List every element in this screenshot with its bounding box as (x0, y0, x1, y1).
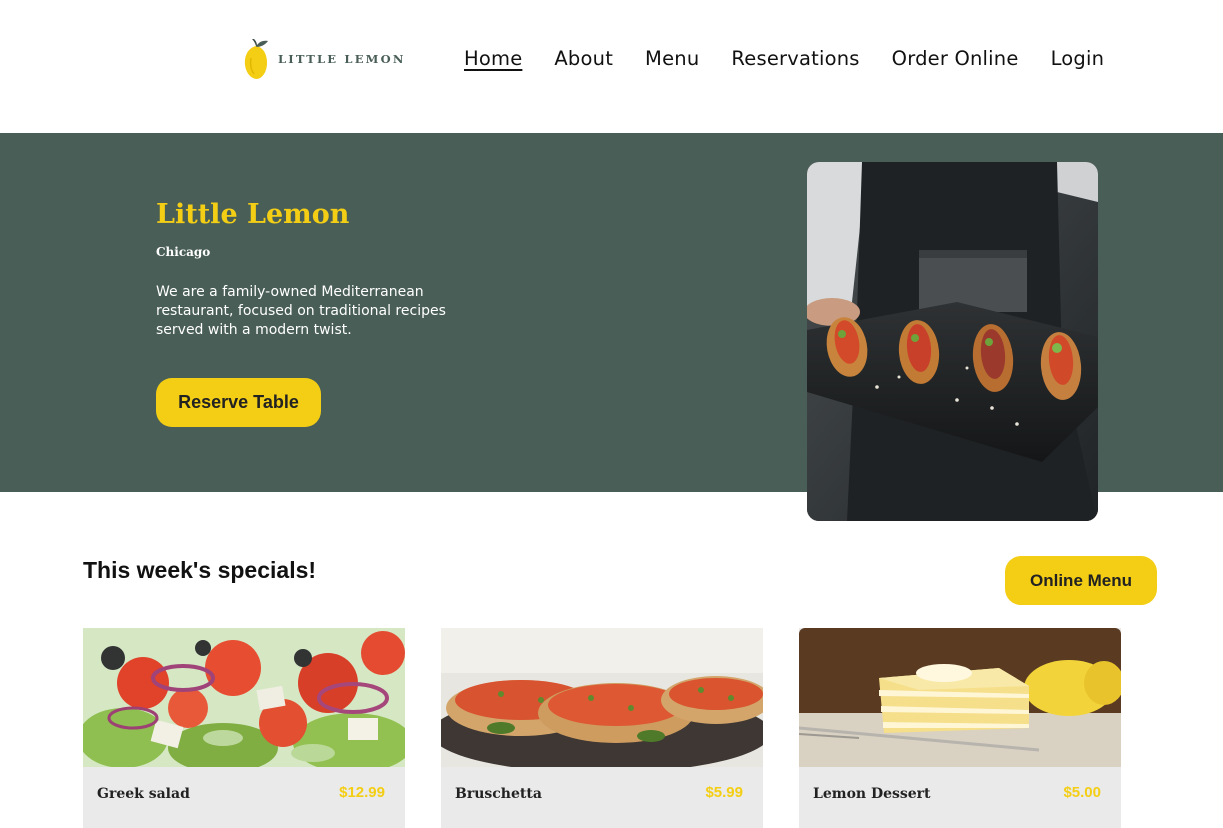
special-name: Greek salad (97, 786, 190, 802)
logo-text: LITTLE LEMON (278, 52, 406, 66)
nav-home[interactable]: Home (464, 45, 522, 75)
nav-reservations[interactable]: Reservations (731, 45, 859, 75)
nav-about[interactable]: About (554, 45, 613, 75)
lemon-dessert-image (799, 628, 1121, 767)
main-nav: Home About Menu Reservations Order Onlin… (464, 45, 1104, 75)
special-card-lemon-dessert[interactable]: Lemon Dessert $5.00 (799, 628, 1121, 828)
special-card-bruschetta[interactable]: Bruschetta $5.99 (441, 628, 763, 828)
special-price: $12.99 (339, 784, 385, 801)
lemon-logo-icon (244, 39, 268, 79)
hero-title: Little Lemon (156, 199, 350, 230)
logo[interactable]: LITTLE LEMON (243, 38, 406, 80)
special-name: Bruschetta (455, 786, 542, 802)
special-price: $5.00 (1063, 784, 1101, 801)
site-header: LITTLE LEMON Home About Menu Reservation… (0, 0, 1223, 133)
special-price: $5.99 (705, 784, 743, 801)
specials-title: This week's specials! (83, 557, 317, 583)
bruschetta-image (441, 628, 763, 767)
special-card-greek-salad[interactable]: Greek salad $12.99 (83, 628, 405, 828)
nav-login[interactable]: Login (1051, 45, 1105, 75)
special-name: Lemon Dessert (813, 786, 931, 802)
hero-subtitle: Chicago (156, 245, 211, 259)
greek-salad-image (83, 628, 405, 767)
chef-serving-food-image (807, 162, 1098, 521)
online-menu-button[interactable]: Online Menu (1005, 556, 1157, 605)
hero-description: We are a family-owned Mediterranean rest… (156, 284, 446, 338)
hero-image (807, 162, 1098, 521)
nav-menu[interactable]: Menu (645, 45, 699, 75)
reserve-table-button[interactable]: Reserve Table (156, 378, 321, 427)
nav-order-online[interactable]: Order Online (892, 45, 1019, 75)
